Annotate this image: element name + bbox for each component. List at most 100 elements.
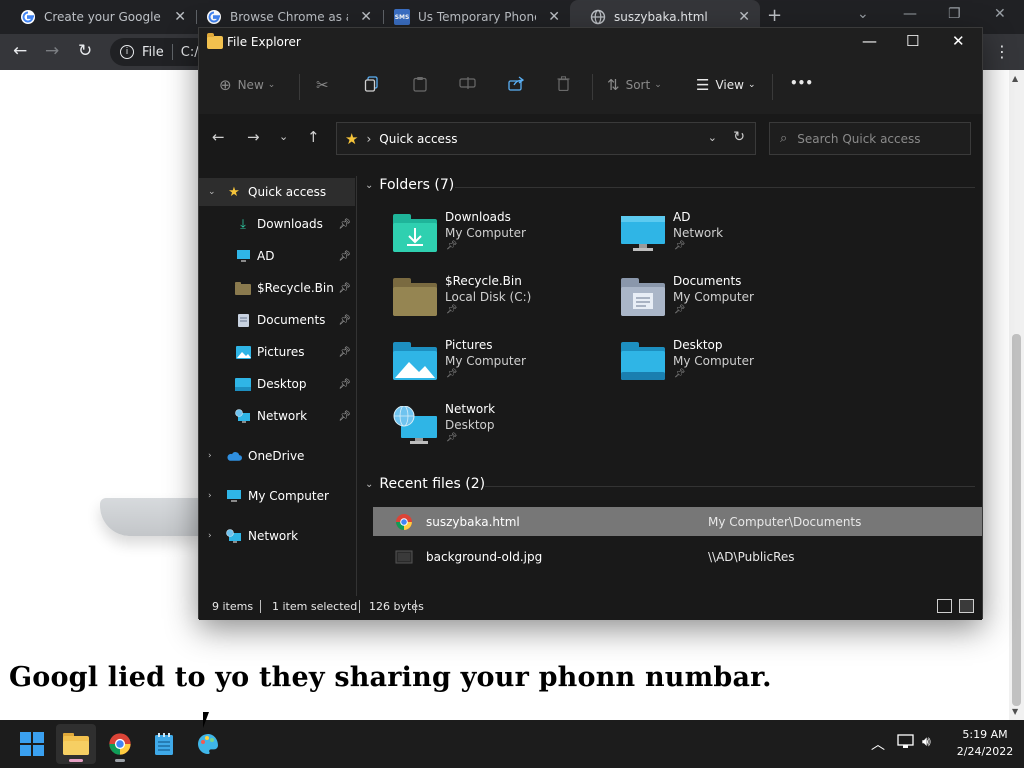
folder-tile-pictures[interactable]: Pictures My Computer 📌︎ — [393, 338, 613, 398]
folders-section-header[interactable]: ⌄ Folders (7) — [365, 177, 454, 193]
nav-item-network-pinned[interactable]: Network 📌︎ — [199, 402, 355, 430]
paste-icon[interactable] — [413, 76, 427, 92]
folder-name: Documents — [673, 274, 742, 288]
address-row: ← → ⌄ ↑ ★ › Quick access ⌄ ↻ ⌕ Search Qu… — [199, 114, 982, 162]
restore-icon[interactable]: ❐ — [948, 6, 961, 22]
taskbar-notepad[interactable] — [144, 724, 184, 764]
close-tab-icon[interactable]: ✕ — [360, 9, 372, 25]
recent-section-header[interactable]: ⌄ Recent files (2) — [365, 476, 485, 492]
tab-title: Browse Chrome as a gu — [230, 10, 348, 24]
pin-icon[interactable]: 📌︎ — [338, 219, 351, 230]
delete-icon[interactable] — [557, 76, 570, 91]
nav-label: My Computer — [248, 489, 329, 503]
breadcrumb[interactable]: Quick access — [379, 132, 457, 146]
clock-date[interactable]: 2/24/2022 — [950, 745, 1020, 758]
view-button[interactable]: ☰ View ⌄ — [696, 76, 755, 94]
recent-file-row[interactable]: background-old.jpg \\AD\PublicRes — [373, 542, 982, 571]
folder-tile-documents[interactable]: Documents My Computer 📌︎ — [621, 274, 841, 334]
close-icon[interactable]: ✕ — [952, 32, 965, 50]
close-tab-icon[interactable]: ✕ — [548, 9, 560, 25]
nav-item-documents[interactable]: Documents 📌︎ — [199, 306, 355, 334]
copy-icon[interactable] — [364, 76, 379, 92]
explorer-titlebar[interactable]: File Explorer — ☐ ✕ — [199, 28, 982, 58]
info-icon[interactable]: i — [120, 45, 134, 59]
reload-icon[interactable]: ↻ — [78, 41, 92, 61]
close-tab-icon[interactable]: ✕ — [174, 9, 186, 25]
nav-item-network[interactable]: › Network — [199, 522, 355, 550]
close-icon[interactable]: ✕ — [994, 6, 1006, 22]
folder-tile-desktop[interactable]: Desktop My Computer 📌︎ — [621, 338, 841, 398]
nav-item-my-computer[interactable]: › My Computer — [199, 482, 355, 510]
scroll-down-icon[interactable]: ▼ — [1012, 707, 1018, 716]
pin-icon[interactable]: 📌︎ — [338, 283, 351, 294]
nav-item-downloads[interactable]: ⤓ Downloads 📌︎ — [199, 210, 355, 238]
recent-locations-icon[interactable]: ⌄ — [279, 130, 288, 143]
pin-icon[interactable]: 📌︎ — [338, 251, 351, 262]
folder-location: Network — [673, 226, 724, 240]
chevron-right-icon[interactable]: › — [208, 531, 218, 541]
pin-icon: 📌︎ — [674, 369, 686, 379]
sort-button[interactable]: ⇅ Sort ⌄ — [607, 76, 662, 94]
chrome-menu-icon[interactable]: ⋮ — [994, 42, 1010, 61]
scroll-up-icon[interactable]: ▲ — [1012, 74, 1018, 83]
chevron-down-icon[interactable]: ⌄ — [365, 479, 373, 490]
share-icon[interactable] — [508, 76, 524, 91]
chevron-right-icon[interactable]: › — [208, 491, 218, 501]
nav-item-desktop[interactable]: Desktop 📌︎ — [199, 370, 355, 398]
rename-icon[interactable] — [459, 76, 476, 90]
taskbar-chrome[interactable] — [100, 724, 140, 764]
folder-tile-recycle-bin[interactable]: $Recycle.Bin Local Disk (C:) 📌︎ — [393, 274, 613, 334]
clock-time[interactable]: 5:19 AM — [950, 728, 1020, 741]
search-input[interactable]: ⌕ Search Quick access — [769, 122, 971, 155]
volume-icon[interactable]: 🔊︎ — [922, 734, 931, 750]
pin-icon[interactable]: 📌︎ — [338, 379, 351, 390]
forward-icon[interactable]: → — [247, 128, 260, 146]
folder-tile-ad[interactable]: AD Network 📌︎ — [621, 210, 841, 270]
chevron-down-icon[interactable]: ⌄ — [708, 131, 717, 144]
chevron-right-icon[interactable]: › — [208, 451, 218, 461]
pin-icon[interactable]: 📌︎ — [338, 315, 351, 326]
close-tab-icon[interactable]: ✕ — [738, 9, 750, 25]
tab-search-icon[interactable]: ⌄ — [857, 6, 869, 22]
back-icon[interactable]: ← — [13, 41, 27, 61]
minimize-icon[interactable]: — — [862, 32, 877, 50]
maximize-icon[interactable]: ☐ — [906, 32, 919, 50]
page-scrollbar[interactable]: ▲ ▼ — [1009, 70, 1024, 720]
folder-tile-downloads[interactable]: Downloads My Computer 📌︎ — [393, 210, 613, 270]
chevron-up-icon[interactable]: ︿ — [871, 734, 885, 754]
details-view-icon[interactable] — [937, 599, 952, 613]
forward-icon[interactable]: → — [45, 41, 59, 61]
nav-item-recycle-bin[interactable]: $Recycle.Bin 📌︎ — [199, 274, 355, 302]
tiles-view-icon[interactable] — [959, 599, 974, 613]
chrome-tab-1[interactable]: Create your Google Ac ✕ — [0, 0, 196, 34]
scroll-thumb[interactable] — [1012, 334, 1021, 706]
address-bar[interactable]: ★ › Quick access ⌄ ↻ — [336, 122, 756, 155]
nav-item-pictures[interactable]: Pictures 📌︎ — [199, 338, 355, 366]
taskbar-file-explorer[interactable] — [56, 724, 96, 764]
start-button[interactable] — [12, 724, 52, 764]
chevron-down-icon[interactable]: ⌄ — [208, 187, 218, 197]
chevron-down-icon[interactable]: ⌄ — [365, 180, 373, 191]
mouse-cursor-icon — [203, 712, 215, 728]
more-options-icon[interactable]: ••• — [790, 76, 813, 90]
refresh-icon[interactable]: ↻ — [733, 129, 745, 145]
divider — [485, 486, 975, 487]
up-icon[interactable]: ↑ — [307, 128, 320, 146]
pin-icon: 📌︎ — [674, 241, 686, 251]
folder-location: Desktop — [445, 418, 495, 432]
new-button[interactable]: ⊕ New ⌄ — [219, 76, 275, 94]
folder-tile-network[interactable]: Network Desktop 📌︎ — [393, 402, 613, 462]
nav-item-ad[interactable]: AD 📌︎ — [199, 242, 355, 270]
nav-item-onedrive[interactable]: › OneDrive — [199, 442, 355, 470]
pin-icon[interactable]: 📌︎ — [338, 347, 351, 358]
taskbar-paint[interactable] — [188, 724, 228, 764]
omnibox[interactable]: i File C:/ — [110, 38, 210, 66]
nav-item-quick-access[interactable]: ⌄ ★ Quick access — [199, 178, 355, 206]
network-icon[interactable] — [897, 734, 914, 753]
minimize-icon[interactable]: — — [903, 6, 917, 22]
cut-icon[interactable]: ✂ — [316, 76, 335, 94]
recent-file-row[interactable]: suszybaka.html My Computer\Documents — [373, 507, 982, 536]
new-tab-button[interactable]: + — [767, 5, 782, 26]
back-icon[interactable]: ← — [212, 128, 225, 146]
pin-icon[interactable]: 📌︎ — [338, 411, 351, 422]
